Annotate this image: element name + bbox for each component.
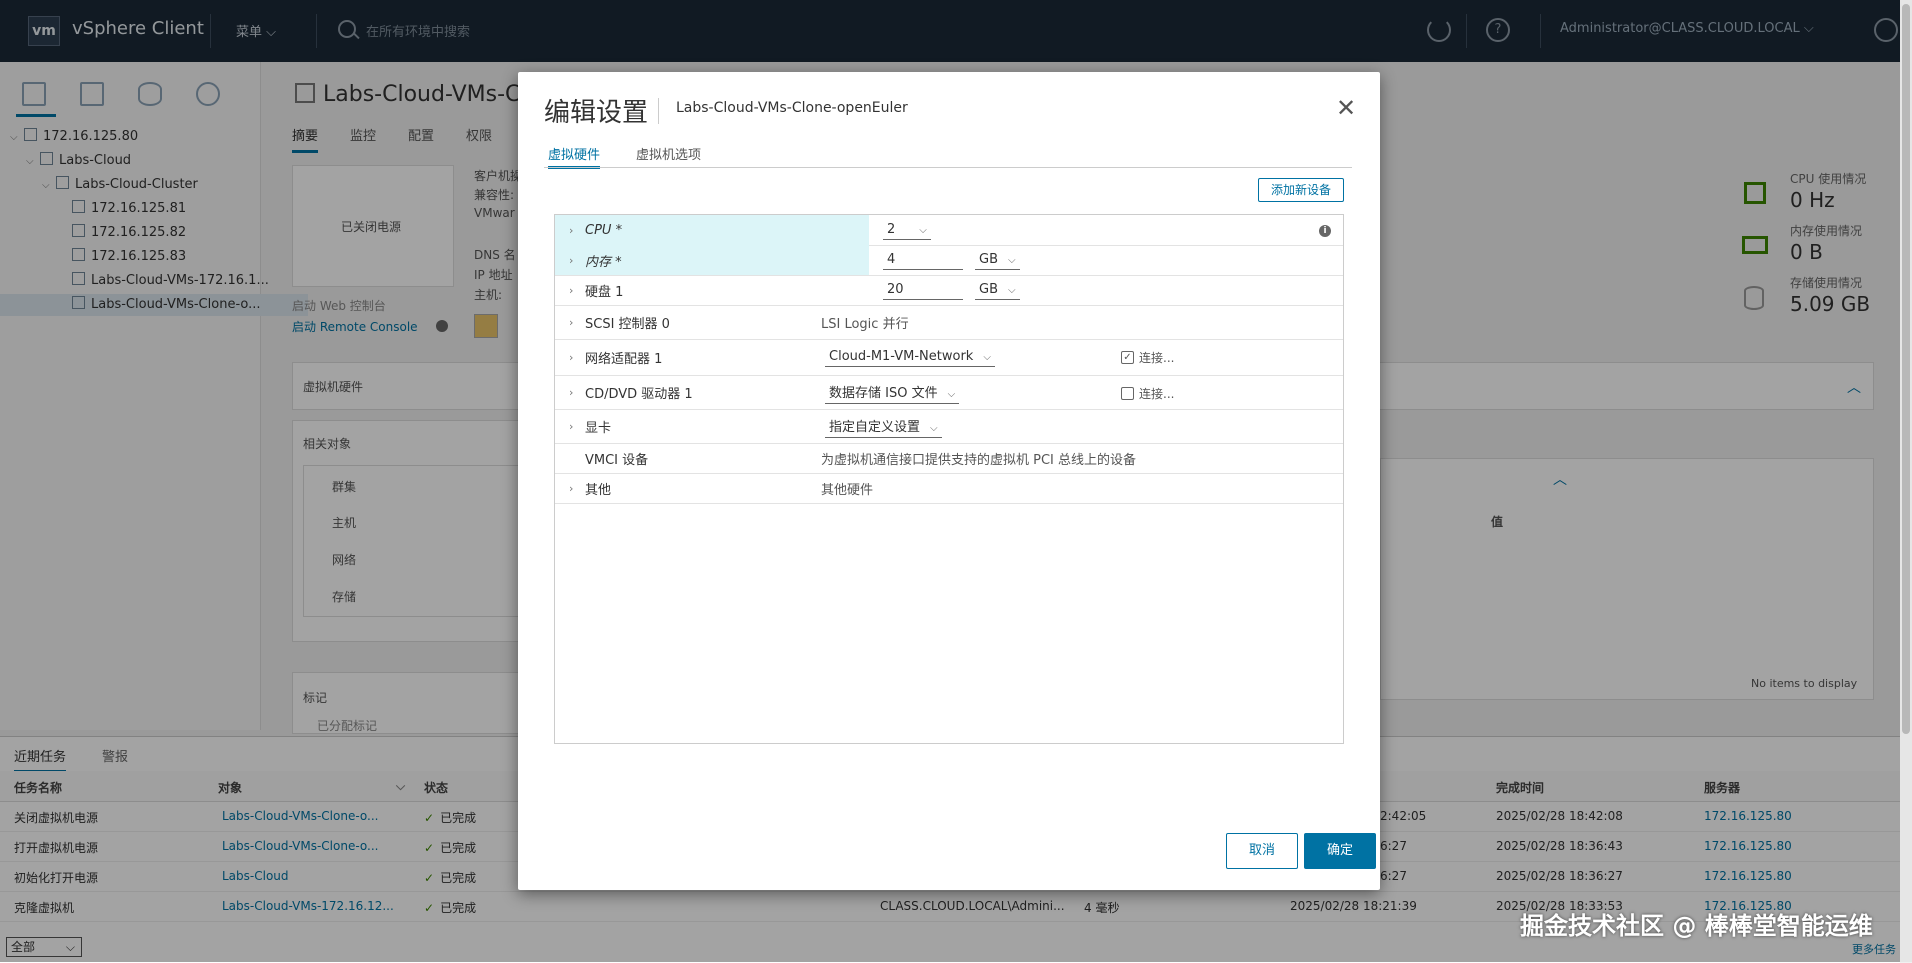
cdrom-label: CD/DVD 驱动器 1 <box>585 386 693 402</box>
disk-label: 硬盘 1 <box>585 284 624 300</box>
tab-virtual-hardware[interactable]: 虚拟硬件 <box>548 144 601 169</box>
scsi-label: SCSI 控制器 0 <box>585 316 670 332</box>
chevron-right-icon[interactable]: › <box>569 316 577 329</box>
hardware-row-vmci: VMCI 设备 为虚拟机通信接口提供支持的虚拟机 PCI 总线上的设备 <box>555 443 1343 474</box>
tab-vm-options[interactable]: 虚拟机选项 <box>636 144 701 163</box>
disk-size-input[interactable]: 20 <box>883 280 963 300</box>
edit-settings-dialog: 编辑设置 Labs-Cloud-VMs-Clone-openEuler ✕ 虚拟… <box>518 72 1380 890</box>
scsi-type-value: LSI Logic 并行 <box>821 316 909 332</box>
network-adapter-label: 网络适配器 1 <box>585 351 663 367</box>
dialog-vm-name: Labs-Cloud-VMs-Clone-openEuler <box>676 100 908 116</box>
cpu-count-select[interactable]: 2 ⌵ <box>883 220 931 240</box>
row-label[interactable]: › CD/DVD 驱动器 1 <box>555 375 869 409</box>
video-settings-select[interactable]: 指定自定义设置 ⌵ <box>825 414 942 438</box>
scrollbar-thumb[interactable] <box>1902 4 1910 734</box>
row-label[interactable]: › 硬盘 1 <box>555 275 869 305</box>
chevron-down-icon: ⌵ <box>919 225 927 236</box>
cdrom-source-select[interactable]: 数据存储 ISO 文件 ⌵ <box>825 380 960 404</box>
hardware-row-memory[interactable]: › 内存 * 4 GB ⌵ <box>555 245 1343 276</box>
network-select[interactable]: Cloud-M1-VM-Network ⌵ <box>825 347 995 367</box>
chevron-right-icon[interactable]: › <box>569 284 577 297</box>
other-label: 其他 <box>585 482 612 498</box>
chevron-down-icon: ⌵ <box>983 352 991 363</box>
vmci-description: 为虚拟机通信接口提供支持的虚拟机 PCI 总线上的设备 <box>821 452 1137 468</box>
watermark: 掘金技术社区 @ 棒棒堂智能运维 <box>1520 912 1873 940</box>
disk-unit-select[interactable]: GB ⌵ <box>975 280 1020 300</box>
hardware-row-other[interactable]: › 其他 其他硬件 <box>555 473 1343 504</box>
hardware-row-cpu[interactable]: › CPU * 2 ⌵ i <box>555 215 1343 246</box>
cpu-label: CPU * <box>585 222 623 238</box>
cpu-count-value: 2 <box>887 222 896 237</box>
ok-button[interactable]: 确定 <box>1304 833 1376 869</box>
row-label[interactable]: › 内存 * <box>555 245 869 275</box>
cdrom-connect-label: 连接... <box>1139 387 1175 401</box>
virtual-hardware-table: › CPU * 2 ⌵ i › 内存 * 4 GB ⌵ › 硬盘 1 20 GB ⌵ › SCSI… <box>554 214 1344 744</box>
chevron-right-icon[interactable]: › <box>569 224 577 237</box>
cancel-button[interactable]: 取消 <box>1226 833 1298 869</box>
memory-size-input[interactable]: 4 <box>883 250 963 270</box>
row-label[interactable]: › CPU * <box>555 215 869 245</box>
chevron-right-icon[interactable]: › <box>569 420 577 433</box>
chevron-right-icon[interactable]: › <box>569 482 577 495</box>
add-new-device-button[interactable]: 添加新设备 <box>1258 178 1344 202</box>
cdrom-source-value: 数据存储 ISO 文件 <box>829 386 938 401</box>
row-label[interactable]: › 显卡 <box>555 409 869 443</box>
checkbox-checked-icon[interactable]: ✓ <box>1121 351 1134 364</box>
cdrom-connect-checkbox[interactable]: 连接... <box>1121 385 1174 402</box>
chevron-right-icon[interactable]: › <box>569 351 577 364</box>
nic-connect-checkbox[interactable]: ✓ 连接... <box>1121 349 1174 366</box>
info-icon[interactable]: i <box>1319 225 1331 237</box>
chevron-right-icon[interactable]: › <box>569 254 577 267</box>
memory-unit-select[interactable]: GB ⌵ <box>975 250 1020 270</box>
checkbox-unchecked-icon[interactable] <box>1121 387 1134 400</box>
hardware-row-disk[interactable]: › 硬盘 1 20 GB ⌵ <box>555 275 1343 306</box>
hardware-row-cdrom[interactable]: › CD/DVD 驱动器 1 数据存储 ISO 文件 ⌵ 连接... <box>555 375 1343 410</box>
chevron-down-icon: ⌵ <box>1008 285 1016 296</box>
close-icon[interactable]: ✕ <box>1336 96 1356 120</box>
chevron-down-icon: ⌵ <box>930 423 938 434</box>
chevron-down-icon: ⌵ <box>947 389 956 400</box>
video-settings-value: 指定自定义设置 <box>829 420 921 435</box>
nic-connect-label: 连接... <box>1139 351 1175 365</box>
network-value: Cloud-M1-VM-Network <box>829 349 974 364</box>
hardware-row-network-adapter[interactable]: › 网络适配器 1 Cloud-M1-VM-Network ⌵ ✓ 连接... <box>555 339 1343 376</box>
chevron-right-icon[interactable]: › <box>569 386 577 399</box>
tab-divider <box>544 167 1352 168</box>
title-divider <box>658 98 659 124</box>
dialog-title: 编辑设置 <box>544 98 649 128</box>
chevron-down-icon: ⌵ <box>1008 255 1016 266</box>
other-hardware-value: 其他硬件 <box>821 482 874 498</box>
memory-unit-value: GB <box>979 252 998 267</box>
disk-unit-value: GB <box>979 282 998 297</box>
hardware-row-video-card[interactable]: › 显卡 指定自定义设置 ⌵ <box>555 409 1343 444</box>
hardware-row-scsi[interactable]: › SCSI 控制器 0 LSI Logic 并行 <box>555 305 1343 340</box>
row-label[interactable]: › 网络适配器 1 <box>555 339 869 375</box>
page-scrollbar[interactable] <box>1900 0 1912 962</box>
memory-label: 内存 * <box>585 254 622 270</box>
video-card-label: 显卡 <box>585 420 612 436</box>
